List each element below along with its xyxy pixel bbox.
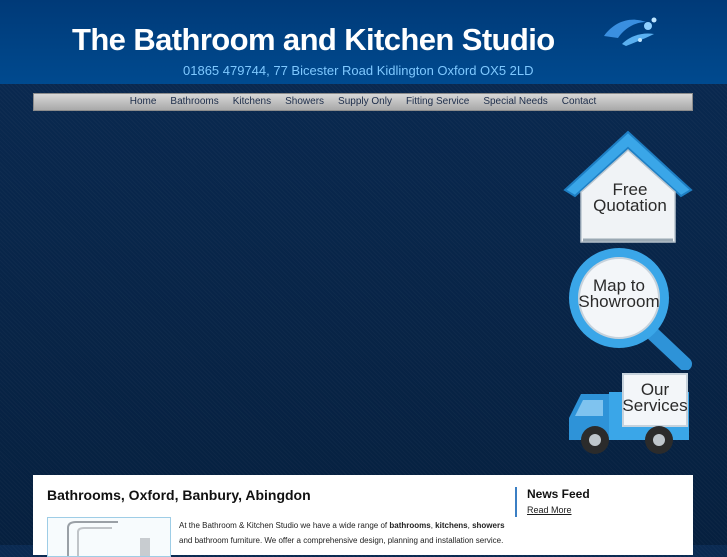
nav-item-home[interactable]: Home [123, 94, 164, 110]
nav-item-fitting-service[interactable]: Fitting Service [399, 94, 476, 110]
shower-fitting-icon [67, 521, 150, 556]
site-header: The Bathroom and Kitchen Studio 01865 47… [0, 0, 727, 84]
our-services-line2: Services [622, 396, 688, 415]
contact-address: 01865 479744, 77 Bicester Road Kidlingto… [183, 63, 534, 78]
content-panel: Bathrooms, Oxford, Banbury, Abingdon At … [33, 475, 693, 557]
water-splash-icon [604, 17, 657, 46]
keyword-bathrooms: bathrooms [389, 521, 431, 530]
nav-item-contact[interactable]: Contact [555, 94, 603, 110]
read-more-link[interactable]: Read More [527, 505, 590, 515]
news-feed-title: News Feed [527, 487, 590, 501]
intro-text-1: At the Bathroom & Kitchen Studio we have… [179, 521, 390, 530]
intro-text-2: and bathroom furniture. We offer a compr… [179, 536, 504, 545]
nav-item-supply-only[interactable]: Supply Only [331, 94, 399, 110]
free-quotation-button[interactable]: Free Quotation [563, 130, 693, 246]
keyword-kitchens: kitchens [435, 521, 468, 530]
nav-item-bathrooms[interactable]: Bathrooms [163, 94, 225, 110]
free-quotation-line2: Quotation [593, 196, 667, 215]
page-heading: Bathrooms, Oxford, Banbury, Abingdon [47, 487, 311, 503]
keyword-showers: showers [472, 521, 505, 530]
site-title[interactable]: The Bathroom and Kitchen Studio [72, 22, 632, 58]
map-to-showroom-line2: Showroom [578, 292, 660, 311]
news-feed-panel: News Feed Read More [515, 487, 590, 517]
nav-item-kitchens[interactable]: Kitchens [226, 94, 278, 110]
product-image[interactable] [47, 517, 171, 557]
our-services-button[interactable]: Our Services [565, 372, 693, 456]
main-navigation: Home Bathrooms Kitchens Showers Supply O… [33, 93, 693, 111]
intro-paragraph: At the Bathroom & Kitchen Studio we have… [179, 518, 509, 548]
map-to-showroom-button[interactable]: Map to Showroom [565, 246, 693, 370]
nav-item-special-needs[interactable]: Special Needs [476, 94, 554, 110]
nav-item-showers[interactable]: Showers [278, 94, 331, 110]
